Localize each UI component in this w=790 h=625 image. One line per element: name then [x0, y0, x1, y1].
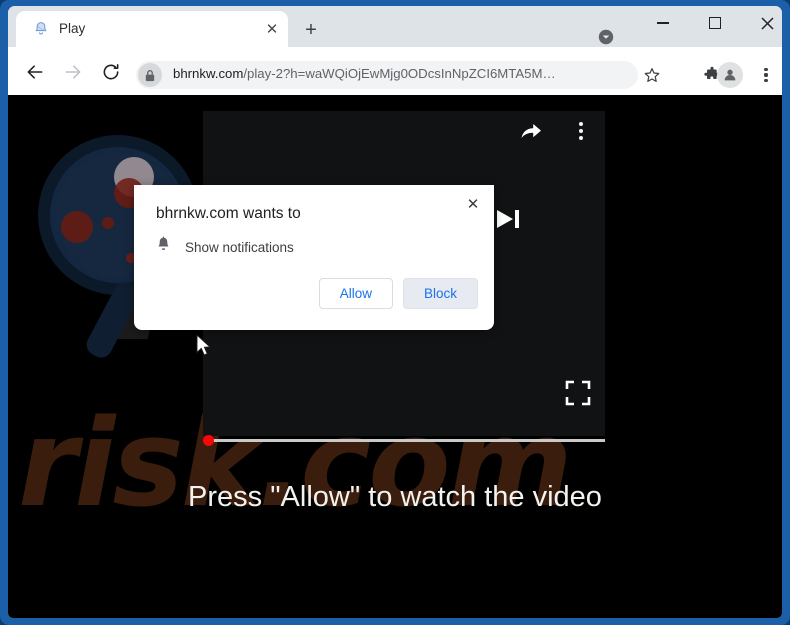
dialog-title: bhrnkw.com wants to	[156, 205, 301, 222]
progress-bar[interactable]	[203, 432, 605, 448]
dialog-buttons: Allow Block	[318, 278, 478, 309]
lock-icon[interactable]	[138, 63, 162, 87]
bell-icon	[156, 236, 171, 258]
close-icon[interactable]: ✕	[263, 20, 281, 38]
close-icon	[760, 16, 774, 30]
address-bar-host: bhrnkw.com	[173, 66, 244, 81]
address-bar[interactable]: bhrnkw.com/play-2?h=waWQiOjEwMjg0ODcsInN…	[136, 61, 638, 89]
browser-toolbar: bhrnkw.com/play-2?h=waWQiOjEwMjg0ODcsInN…	[8, 47, 782, 95]
new-tab-button[interactable]: +	[298, 17, 324, 43]
close-icon[interactable]: ✕	[462, 193, 484, 215]
reload-icon	[103, 64, 119, 80]
permission-label: Show notifications	[185, 239, 294, 255]
tab-title: Play	[59, 21, 86, 36]
minimize-icon	[657, 22, 669, 24]
allow-button[interactable]: Allow	[318, 278, 393, 309]
share-arrow-icon[interactable]	[517, 117, 545, 145]
window-maximize-button[interactable]	[692, 6, 738, 40]
player-top-controls	[517, 117, 595, 145]
progress-handle[interactable]	[203, 434, 214, 446]
block-button[interactable]: Block	[402, 278, 478, 309]
three-dots-vertical-icon	[764, 67, 768, 83]
permission-row: Show notifications	[156, 236, 294, 258]
three-dots-vertical-icon[interactable]	[567, 117, 595, 145]
avatar-icon	[717, 62, 743, 88]
arrow-left-icon	[27, 65, 43, 79]
notification-permission-dialog: ✕ bhrnkw.com wants to Show notifications…	[134, 185, 494, 330]
fullscreen-icon[interactable]	[563, 378, 593, 408]
window-minimize-button[interactable]	[640, 6, 686, 40]
page-viewport: PC risk.com	[8, 95, 782, 618]
avatar[interactable]	[716, 61, 744, 89]
browser-window-inner: Play ✕ + bhrnkw.com/play-2?h=waWQiOjEwMj…	[8, 6, 782, 618]
browser-menu-button[interactable]	[752, 61, 780, 89]
maximize-icon	[709, 17, 721, 29]
tab-play[interactable]: Play ✕	[16, 11, 288, 47]
back-button[interactable]	[22, 59, 48, 85]
progress-track	[207, 439, 605, 442]
browser-window: Play ✕ + bhrnkw.com/play-2?h=waWQiOjEwMj…	[0, 0, 790, 625]
cta-text: Press "Allow" to watch the video	[188, 481, 602, 513]
forward-button	[60, 59, 86, 85]
star-icon[interactable]	[638, 61, 666, 89]
tab-strip: Play ✕ +	[8, 6, 782, 47]
arrow-right-icon	[65, 65, 81, 79]
bell-icon	[32, 20, 50, 38]
reload-button[interactable]	[98, 59, 124, 85]
address-bar-path: /play-2?h=waWQiOjEwMjg0ODcsInNpZCI6MTA5M…	[243, 66, 556, 81]
address-bar-url: bhrnkw.com/play-2?h=waWQiOjEwMjg0ODcsInN…	[173, 66, 556, 81]
chevron-down-circle-icon[interactable]	[597, 28, 615, 46]
window-close-button[interactable]	[744, 6, 782, 40]
